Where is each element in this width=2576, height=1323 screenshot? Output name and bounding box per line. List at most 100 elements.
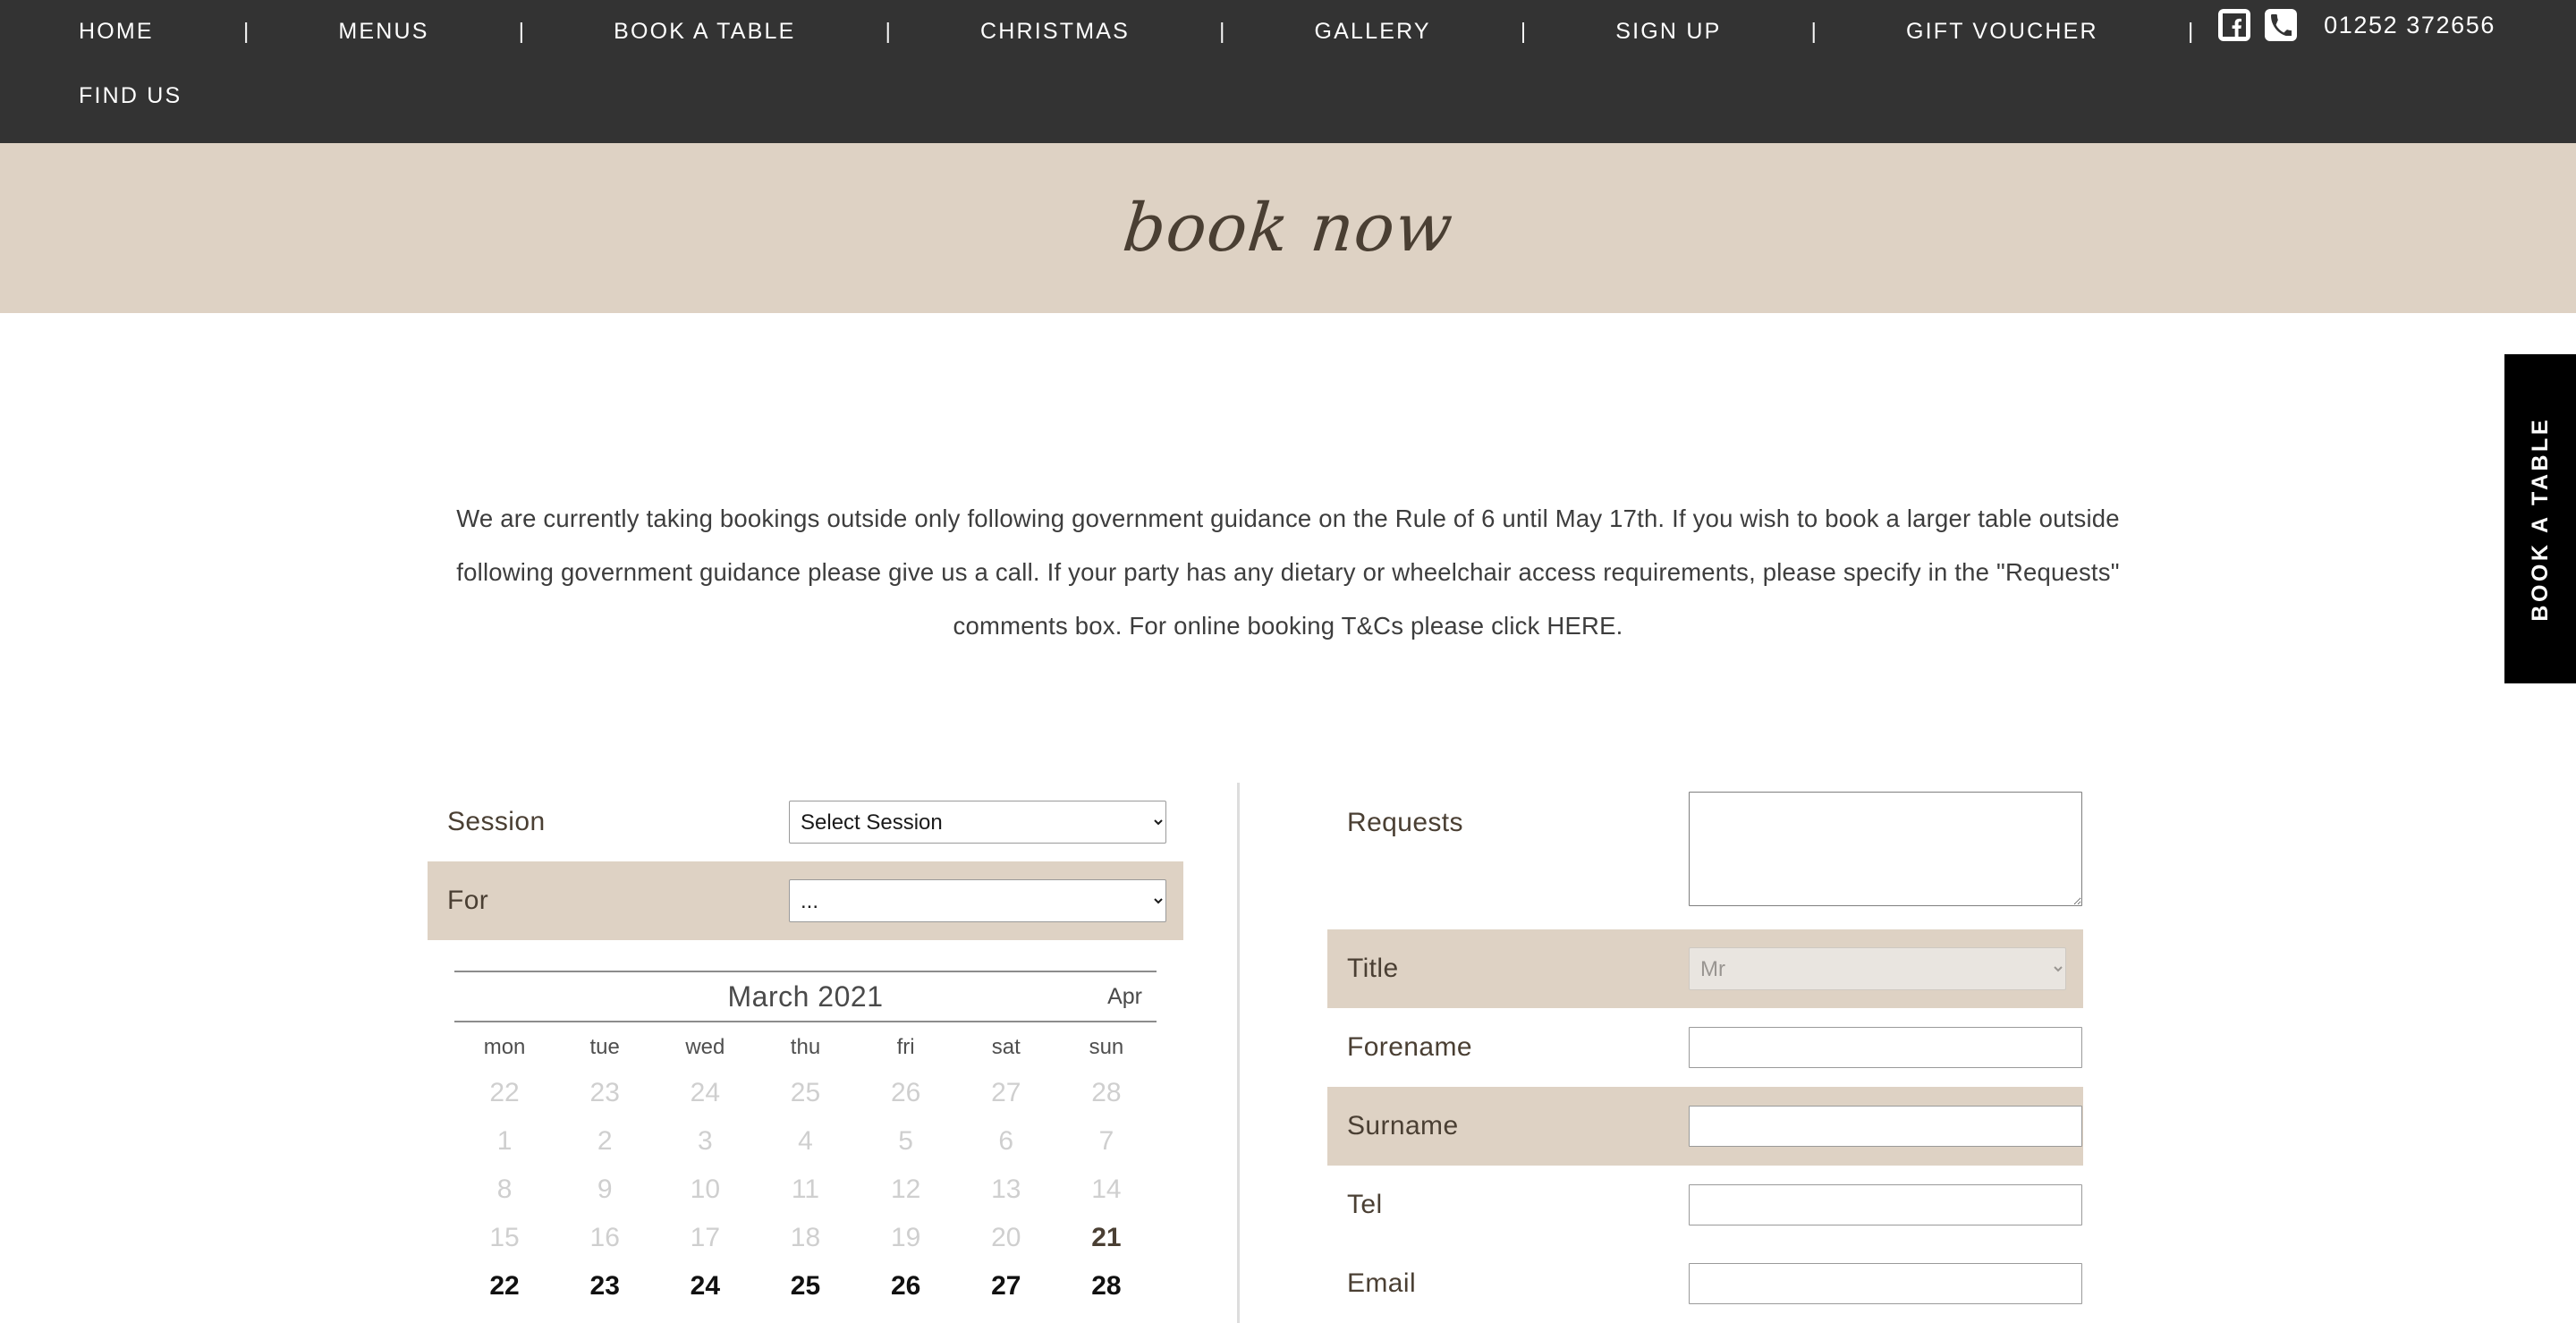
title-label: Title (1347, 954, 1399, 983)
tel-input[interactable] (1689, 1184, 2082, 1225)
calendar-day-10: 10 (690, 1175, 721, 1204)
nav-item-gallery[interactable]: GALLERY (1314, 19, 1430, 45)
nav-item-sign-up[interactable]: SIGN UP (1615, 19, 1721, 45)
calendar-weekday-header-row: mon tue wed thu fri sat sun (454, 1022, 1157, 1069)
nav-separator: | (1218, 18, 1225, 44)
column-divider (1237, 783, 1240, 1323)
nav-contact-group: 01252 372656 (2218, 9, 2496, 41)
requests-textarea[interactable] (1689, 792, 2082, 906)
nav-separator: | (518, 18, 525, 44)
calendar-day-28: 28 (1091, 1078, 1122, 1107)
nav-item-christmas[interactable]: CHRISTMAS (980, 19, 1130, 45)
calendar-day-26[interactable]: 26 (856, 1262, 956, 1310)
calendar-next-month-button[interactable]: Apr (1107, 984, 1142, 1010)
session-select[interactable]: Select Session (789, 801, 1166, 844)
calendar-day-13: 13 (991, 1175, 1021, 1204)
calendar-day-17: 17 (690, 1223, 721, 1252)
calendar-day-1: 1 (496, 1126, 513, 1156)
calendar-day-7: 7 (1098, 1126, 1114, 1156)
title-select[interactable]: Mr (1689, 947, 2066, 990)
surname-label: Surname (1347, 1111, 1459, 1141)
calendar-month-label: March 2021 (727, 980, 884, 1013)
nav-item-menus[interactable]: MENUS (338, 19, 428, 45)
session-label: Session (447, 807, 546, 836)
calendar-grid: mon tue wed thu fri sat sun 22 23 24 25 26 27… (454, 1022, 1157, 1310)
calendar-day-8: 8 (496, 1175, 513, 1204)
field-row-session: Session Select Session (428, 783, 1183, 861)
booking-form-right-column: Requests Title Mr Forename Surname Tel E… (1327, 783, 2083, 1323)
calendar-week-row: 22 23 24 25 26 27 28 (454, 1262, 1157, 1310)
calendar-weekday: mon (483, 1035, 526, 1059)
calendar-weekday: sat (991, 1035, 1021, 1059)
calendar-day-5: 5 (898, 1126, 913, 1156)
tel-label: Tel (1347, 1190, 1383, 1219)
intro-section: We are currently taking bookings outside… (0, 313, 2576, 677)
book-a-table-side-tab-label: BOOK A TABLE (2527, 416, 2553, 622)
calendar-day-2: 2 (597, 1126, 613, 1156)
nav-item-book-a-table[interactable]: BOOK A TABLE (614, 19, 795, 45)
page-banner: book now (0, 143, 2576, 313)
calendar-day-26: 26 (890, 1078, 921, 1107)
calendar-week-row: 1 2 3 4 5 6 7 (454, 1117, 1157, 1166)
calendar-weekday: fri (896, 1035, 915, 1059)
nav-row-secondary: FIND US (0, 63, 2576, 125)
calendar-day-6: 6 (998, 1126, 1014, 1156)
calendar-day-14: 14 (1091, 1175, 1122, 1204)
calendar-header: Feb March 2021 Apr (454, 971, 1157, 1022)
nav-separator: | (1810, 18, 1817, 44)
calendar-day-23: 23 (589, 1078, 620, 1107)
phone-icon[interactable] (2265, 9, 2298, 41)
booking-form: Session Select Session For ... Feb March… (0, 783, 2576, 1323)
calendar-day-27[interactable]: 27 (956, 1262, 1056, 1310)
field-row-for: For ... (428, 861, 1183, 940)
calendar-day-11: 11 (791, 1175, 820, 1204)
phone-number[interactable]: 01252 372656 (2324, 12, 2496, 39)
calendar-weekday: sun (1089, 1035, 1124, 1059)
calendar-day-3: 3 (698, 1126, 713, 1156)
calendar-day-27: 27 (991, 1078, 1021, 1107)
facebook-icon[interactable] (2218, 9, 2251, 41)
calendar-day-24: 24 (690, 1078, 721, 1107)
field-row-tel: Tel (1327, 1166, 2083, 1244)
requests-label: Requests (1347, 808, 1463, 837)
calendar-day-28[interactable]: 28 (1056, 1262, 1157, 1310)
calendar-day-23[interactable]: 23 (555, 1262, 655, 1310)
calendar-day-24[interactable]: 24 (655, 1262, 755, 1310)
nav-item-find-us[interactable]: FIND US (79, 83, 182, 109)
nav-item-home[interactable]: HOME (79, 19, 154, 45)
email-label: Email (1347, 1268, 1417, 1298)
top-navigation-bar: HOME | MENUS | BOOK A TABLE | CHRISTMAS … (0, 0, 2576, 143)
nav-item-gift-voucher[interactable]: GIFT VOUCHER (1906, 19, 2098, 45)
calendar-day-25[interactable]: 25 (755, 1262, 855, 1310)
email-input[interactable] (1689, 1263, 2082, 1304)
calendar-day-25: 25 (790, 1078, 821, 1107)
calendar-weekday: tue (589, 1035, 620, 1059)
calendar-week-row: 8 9 10 11 12 13 14 (454, 1166, 1157, 1214)
calendar-day-19: 19 (890, 1223, 921, 1252)
book-a-table-side-tab[interactable]: BOOK A TABLE (2504, 354, 2576, 683)
calendar-weekday: wed (685, 1035, 725, 1059)
nav-separator: | (2187, 18, 2194, 44)
for-label: For (447, 886, 489, 915)
calendar-week-row: 15 16 17 18 19 20 21 (454, 1214, 1157, 1262)
booking-form-left-column: Session Select Session For ... Feb March… (428, 783, 1183, 1323)
calendar-weekday: thu (790, 1035, 821, 1059)
party-size-select[interactable]: ... (789, 879, 1166, 922)
forename-input[interactable] (1689, 1027, 2082, 1068)
calendar-day-18: 18 (790, 1223, 821, 1252)
field-row-surname: Surname (1327, 1087, 2083, 1166)
field-row-requests: Requests (1327, 783, 2083, 929)
calendar-day-21: 21 (1091, 1223, 1122, 1252)
calendar-day-12: 12 (890, 1175, 921, 1204)
surname-input[interactable] (1689, 1106, 2082, 1147)
field-row-forename: Forename (1327, 1008, 2083, 1087)
calendar-day-15: 15 (489, 1223, 520, 1252)
page-title: book now (1119, 190, 1457, 267)
nav-separator: | (242, 18, 250, 44)
calendar-day-22: 22 (489, 1078, 520, 1107)
intro-paragraph: We are currently taking bookings outside… (456, 504, 2120, 640)
nav-row-primary: HOME | MENUS | BOOK A TABLE | CHRISTMAS … (0, 0, 2576, 63)
calendar-day-22[interactable]: 22 (454, 1262, 555, 1310)
forename-label: Forename (1347, 1032, 1472, 1062)
calendar-day-4: 4 (798, 1126, 813, 1156)
